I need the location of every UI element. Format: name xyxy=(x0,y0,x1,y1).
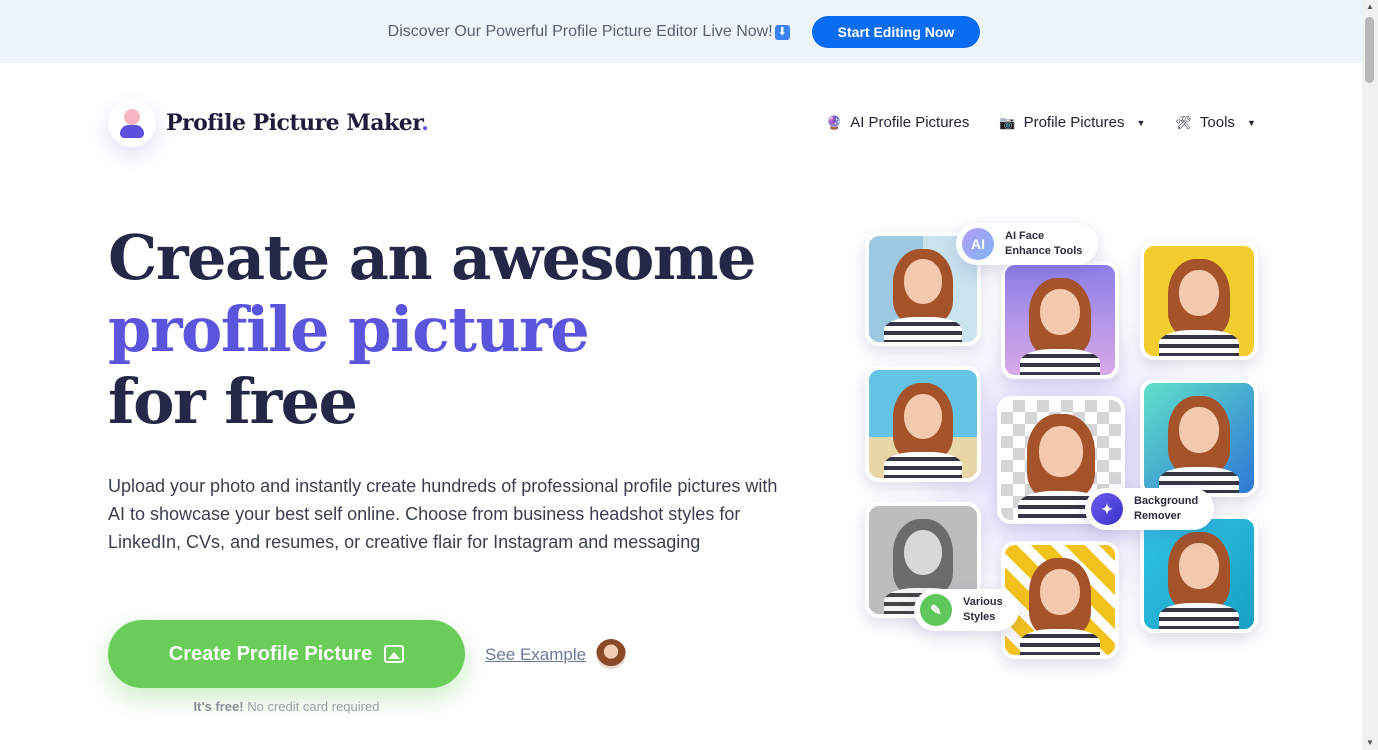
collage-image-cyan xyxy=(1140,515,1258,633)
collage-image-pattern xyxy=(1001,541,1119,659)
see-example-link[interactable]: See Example xyxy=(485,645,586,665)
ai-face-enhance-badge: AI AI Face Enhance Tools xyxy=(956,223,1099,265)
site-logo[interactable]: Profile Picture Maker. xyxy=(108,99,429,147)
scroll-up-arrow-icon[interactable]: ▲ xyxy=(1362,0,1378,14)
create-profile-picture-button[interactable]: Create Profile Picture xyxy=(108,620,465,688)
hero-description: Upload your photo and instantly create h… xyxy=(108,476,778,552)
collage-image-beach xyxy=(865,366,981,482)
magic-wand-icon: ✦ xyxy=(1091,493,1123,525)
nav-item-ai-profile-pictures[interactable]: 🔮 AI Profile Pictures xyxy=(826,114,969,131)
collage-image-purple xyxy=(1001,261,1119,379)
free-note: It's free! No credit card required xyxy=(108,699,465,714)
tools-icon: 🛠 xyxy=(1175,114,1192,130)
chevron-down-icon: ▼ xyxy=(1136,117,1146,128)
badge-line-1: AI Face xyxy=(1005,230,1045,242)
badge-line-2: Remover xyxy=(1134,510,1182,522)
announcement-message: Discover Our Powerful Profile Picture Ed… xyxy=(387,22,773,40)
free-note-bold: It's free! xyxy=(193,699,244,714)
ai-icon: AI xyxy=(962,228,994,260)
nav-item-label: Profile Pictures xyxy=(1023,114,1125,131)
start-editing-button[interactable]: Start Editing Now xyxy=(811,15,981,48)
paintbrush-icon: ✎ xyxy=(920,594,952,626)
down-arrow-icon: ⬇ xyxy=(774,24,790,40)
avatar-logo-icon xyxy=(108,99,156,147)
brand-dot: . xyxy=(421,110,429,136)
nav-item-tools[interactable]: 🛠 Tools ▼ xyxy=(1175,114,1255,131)
announcement-bar: Discover Our Powerful Profile Picture Ed… xyxy=(0,0,1362,63)
nav-item-label: Tools xyxy=(1199,114,1235,131)
chevron-down-icon: ▼ xyxy=(1246,117,1256,128)
crystal-ball-icon: 🔮 xyxy=(826,114,843,130)
badge-line-1: Background xyxy=(1134,495,1199,507)
hero-title: Create an awesome profile picture for fr… xyxy=(108,221,756,438)
nav-item-profile-pictures[interactable]: 📷 Profile Pictures ▼ xyxy=(999,114,1145,131)
badge-line-2: Enhance Tools xyxy=(1005,245,1083,257)
image-icon xyxy=(384,645,405,663)
example-avatar[interactable] xyxy=(596,639,626,669)
free-note-text: No credit card required xyxy=(243,699,380,714)
hero-title-line-2: profile picture xyxy=(108,293,590,366)
hero-title-line-3: for free xyxy=(108,365,358,438)
badge-text: Various Styles xyxy=(963,595,1003,625)
camera-icon: 📷 xyxy=(999,114,1016,130)
announcement-text: Discover Our Powerful Profile Picture Ed… xyxy=(388,23,790,41)
badge-line-2: Styles xyxy=(963,611,996,623)
nav-item-label: AI Profile Pictures xyxy=(850,114,970,131)
main-nav: 🔮 AI Profile Pictures 📷 Profile Pictures… xyxy=(826,114,1256,131)
cta-label: Create Profile Picture xyxy=(168,642,373,665)
badge-line-1: Various xyxy=(963,596,1003,608)
collage-image-teal xyxy=(1140,379,1258,497)
various-styles-badge: ✎ Various Styles xyxy=(914,589,1019,631)
brand-name: Profile Picture Maker. xyxy=(166,110,429,136)
page-scrollbar[interactable]: ▲ ▼ xyxy=(1362,0,1378,750)
scroll-down-arrow-icon[interactable]: ▼ xyxy=(1362,736,1378,750)
badge-text: Background Remover xyxy=(1134,494,1198,524)
profile-collage: AI AI Face Enhance Tools ✦ Background Re… xyxy=(852,215,1272,660)
hero-title-line-1: Create an awesome xyxy=(108,221,756,294)
badge-text: AI Face Enhance Tools xyxy=(1005,229,1082,259)
collage-image-yellow xyxy=(1140,242,1258,360)
brand-name-text: Profile Picture Maker xyxy=(166,110,422,136)
background-remover-badge: ✦ Background Remover xyxy=(1085,488,1215,530)
scrollbar-thumb[interactable] xyxy=(1365,17,1374,83)
